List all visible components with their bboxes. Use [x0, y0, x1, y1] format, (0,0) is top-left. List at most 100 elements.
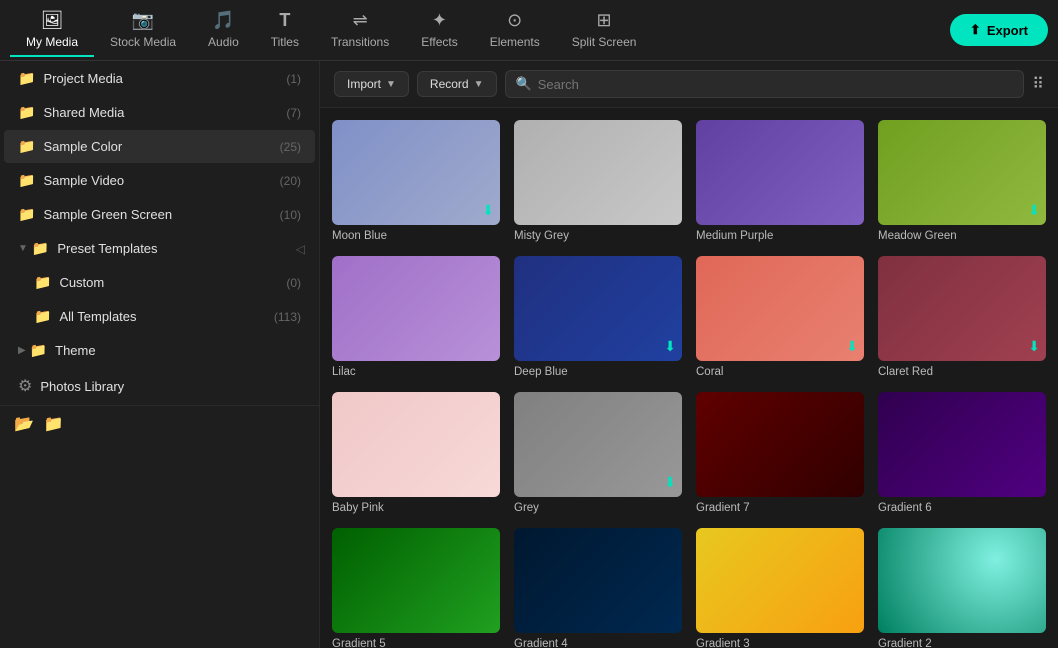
export-button[interactable]: ⬆ Export — [950, 14, 1048, 46]
main-area: 📁 Project Media (1) 📁 Shared Media (7) 📁… — [0, 61, 1058, 648]
media-label-gradient7: Gradient 7 — [696, 502, 864, 514]
media-thumb-deep-blue: ⬇ — [514, 256, 682, 361]
media-thumb-lilac — [332, 256, 500, 361]
sidebar-bottom-bar: 📂 📁 — [0, 405, 319, 442]
nav-effects[interactable]: ✦ Effects — [405, 4, 473, 57]
folder-icon-sample-video: 📁 — [18, 172, 35, 189]
download-icon[interactable]: ⬇ — [1028, 202, 1040, 219]
download-icon[interactable]: ⬇ — [482, 202, 494, 219]
media-label-claret-red: Claret Red — [878, 366, 1046, 378]
media-item-gradient5[interactable]: Gradient 5 — [332, 528, 500, 648]
media-item-gradient2[interactable]: Gradient 2 — [878, 528, 1046, 648]
media-item-baby-pink[interactable]: Baby Pink — [332, 392, 500, 514]
media-label-gradient2: Gradient 2 — [878, 638, 1046, 648]
grid-view-icon[interactable]: ⠿ — [1032, 74, 1044, 94]
media-thumb-medium-purple — [696, 120, 864, 225]
sidebar-label-project-media: Project Media — [43, 71, 286, 86]
search-box: 🔍 — [505, 70, 1025, 98]
nav-stock-media[interactable]: 📷 Stock Media — [94, 4, 192, 57]
effects-icon: ✦ — [432, 10, 447, 31]
import-button[interactable]: Import ▼ — [334, 71, 409, 97]
folder-button[interactable]: 📁 — [44, 414, 64, 434]
media-item-moon-blue[interactable]: ⬇Moon Blue — [332, 120, 500, 242]
new-folder-button[interactable]: 📂 — [14, 414, 34, 434]
media-thumb-gradient4 — [514, 528, 682, 633]
media-item-lilac[interactable]: Lilac — [332, 256, 500, 378]
media-label-coral: Coral — [696, 366, 864, 378]
toolbar: Import ▼ Record ▼ 🔍 ⠿ — [320, 61, 1058, 108]
expand-icon[interactable]: ▼ — [18, 243, 28, 254]
sidebar-item-sample-video[interactable]: 📁 Sample Video (20) — [4, 164, 315, 197]
media-item-gradient7[interactable]: Gradient 7 — [696, 392, 864, 514]
sidebar-label-custom: Custom — [59, 275, 286, 290]
nav-titles-label: Titles — [271, 35, 299, 49]
nav-elements-label: Elements — [490, 35, 540, 49]
import-caret-icon: ▼ — [386, 79, 396, 90]
sidebar-item-custom[interactable]: 📁 Custom (0) — [4, 266, 315, 299]
sidebar-item-photos-library[interactable]: ⚙ Photos Library — [4, 368, 315, 404]
split-screen-icon: ⊞ — [597, 10, 612, 31]
nav-transitions-label: Transitions — [331, 35, 389, 49]
media-grid: ⬇Moon Blue Misty Grey Medium Purple⬇Meadow… — [320, 108, 1058, 648]
sidebar-item-theme[interactable]: ▶ 📁 Theme — [4, 334, 315, 367]
media-label-misty-grey: Misty Grey — [514, 230, 682, 242]
media-thumb-claret-red: ⬇ — [878, 256, 1046, 361]
nav-audio-label: Audio — [208, 35, 239, 49]
folder-icon-sample-color: 📁 — [18, 138, 35, 155]
folder-icon-shared: 📁 — [18, 104, 35, 121]
folder-icon-theme: 📁 — [30, 342, 47, 359]
sidebar-count-sample-video: (20) — [280, 174, 301, 188]
sidebar-item-project-media[interactable]: 📁 Project Media (1) — [4, 62, 315, 95]
media-thumb-baby-pink — [332, 392, 500, 497]
media-item-meadow-green[interactable]: ⬇Meadow Green — [878, 120, 1046, 242]
media-item-claret-red[interactable]: ⬇ Claret Red — [878, 256, 1046, 378]
nav-split-screen[interactable]: ⊞ Split Screen — [556, 4, 653, 57]
nav-audio[interactable]: 🎵 Audio — [192, 4, 255, 57]
nav-effects-label: Effects — [421, 35, 457, 49]
media-item-gradient6[interactable]: Gradient 6 — [878, 392, 1046, 514]
expand-icon-theme[interactable]: ▶ — [18, 345, 26, 356]
sidebar-item-sample-green-screen[interactable]: 📁 Sample Green Screen (10) — [4, 198, 315, 231]
sidebar-item-sample-color[interactable]: 📁 Sample Color (25) — [4, 130, 315, 163]
media-thumb-grey: ⬇ — [514, 392, 682, 497]
search-input[interactable] — [538, 77, 1014, 92]
media-item-gradient3[interactable]: Gradient 3 — [696, 528, 864, 648]
folder-icon: 📁 — [18, 70, 35, 87]
download-icon[interactable]: ⬇ — [846, 338, 858, 355]
nav-elements[interactable]: ⊙ Elements — [474, 4, 556, 57]
nav-titles[interactable]: T Titles — [255, 4, 315, 57]
media-item-grey[interactable]: ⬇ Grey — [514, 392, 682, 514]
nav-stock-media-label: Stock Media — [110, 35, 176, 49]
folder-icon-preset: 📁 — [32, 240, 49, 257]
download-icon[interactable]: ⬇ — [664, 338, 676, 355]
media-label-gradient5: Gradient 5 — [332, 638, 500, 648]
sidebar-item-shared-media[interactable]: 📁 Shared Media (7) — [4, 96, 315, 129]
download-icon[interactable]: ⬇ — [1028, 338, 1040, 355]
media-item-deep-blue[interactable]: ⬇Deep Blue — [514, 256, 682, 378]
media-thumb-moon-blue: ⬇ — [332, 120, 500, 225]
sidebar-label-photos-library: Photos Library — [40, 379, 301, 394]
media-item-misty-grey[interactable]: Misty Grey — [514, 120, 682, 242]
media-thumb-misty-grey — [514, 120, 682, 225]
media-item-coral[interactable]: ⬇ Coral — [696, 256, 864, 378]
media-label-grey: Grey — [514, 502, 682, 514]
search-icon: 🔍 — [516, 76, 532, 92]
export-label: Export — [987, 23, 1028, 38]
nav-transitions[interactable]: ⇌ Transitions — [315, 4, 405, 57]
media-item-medium-purple[interactable]: Medium Purple — [696, 120, 864, 242]
sidebar-item-all-templates[interactable]: 📁 All Templates (113) — [4, 300, 315, 333]
media-item-gradient4[interactable]: Gradient 4 — [514, 528, 682, 648]
content-area: Import ▼ Record ▼ 🔍 ⠿ ⬇Moon Blue Misty Gr… — [320, 61, 1058, 648]
audio-icon: 🎵 — [212, 10, 234, 31]
media-label-lilac: Lilac — [332, 366, 500, 378]
record-button[interactable]: Record ▼ — [417, 71, 497, 97]
download-icon[interactable]: ⬇ — [664, 474, 676, 491]
media-thumb-gradient3 — [696, 528, 864, 633]
nav-my-media[interactable]: 🖼 My Media — [10, 4, 94, 57]
sidebar-item-preset-templates[interactable]: ▼ 📁 Preset Templates ◁ — [4, 232, 315, 265]
media-label-gradient4: Gradient 4 — [514, 638, 682, 648]
media-thumb-meadow-green: ⬇ — [878, 120, 1046, 225]
media-thumb-gradient5 — [332, 528, 500, 633]
top-nav: 🖼 My Media 📷 Stock Media 🎵 Audio T Title… — [0, 0, 1058, 61]
media-label-gradient3: Gradient 3 — [696, 638, 864, 648]
